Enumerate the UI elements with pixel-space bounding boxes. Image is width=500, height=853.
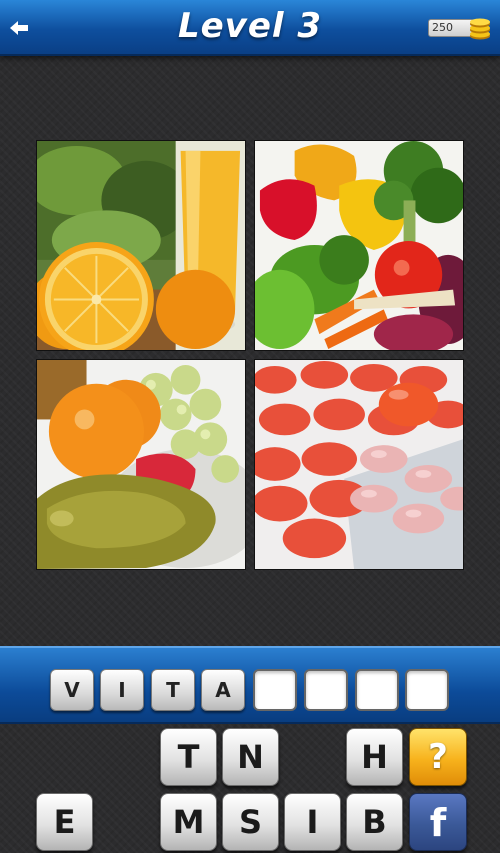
picture-pills [254,359,464,570]
letter-key[interactable]: E [36,793,93,851]
answer-slot-5[interactable] [253,669,297,711]
answer-bar: V I T A [0,646,500,724]
answer-slot-6[interactable] [304,669,348,711]
answer-slot-4[interactable]: A [201,669,245,711]
picture-orange-juice [36,140,246,351]
coin-counter: 250 [428,16,494,40]
facebook-share-button[interactable]: f [409,793,467,851]
picture-fruits [36,359,246,570]
hint-button[interactable]: ? [409,728,467,786]
letter-key[interactable]: T [160,728,217,786]
level-title: Level 3 [177,6,323,46]
answer-slot-1[interactable]: V [50,669,94,711]
picture-vegetables [254,140,464,351]
answer-slot-7[interactable] [355,669,399,711]
answer-slot-3[interactable]: T [151,669,195,711]
letter-key[interactable]: S [222,793,279,851]
top-bar: Level 3 250 [0,0,500,56]
letter-key[interactable]: B [346,793,403,851]
answer-slot-2[interactable]: I [100,669,144,711]
letter-key[interactable]: M [160,793,217,851]
coin-stack-icon [468,16,492,40]
letter-key[interactable]: N [222,728,279,786]
answer-slot-8[interactable] [405,669,449,711]
letter-key[interactable]: H [346,728,403,786]
letter-key[interactable]: I [284,793,341,851]
